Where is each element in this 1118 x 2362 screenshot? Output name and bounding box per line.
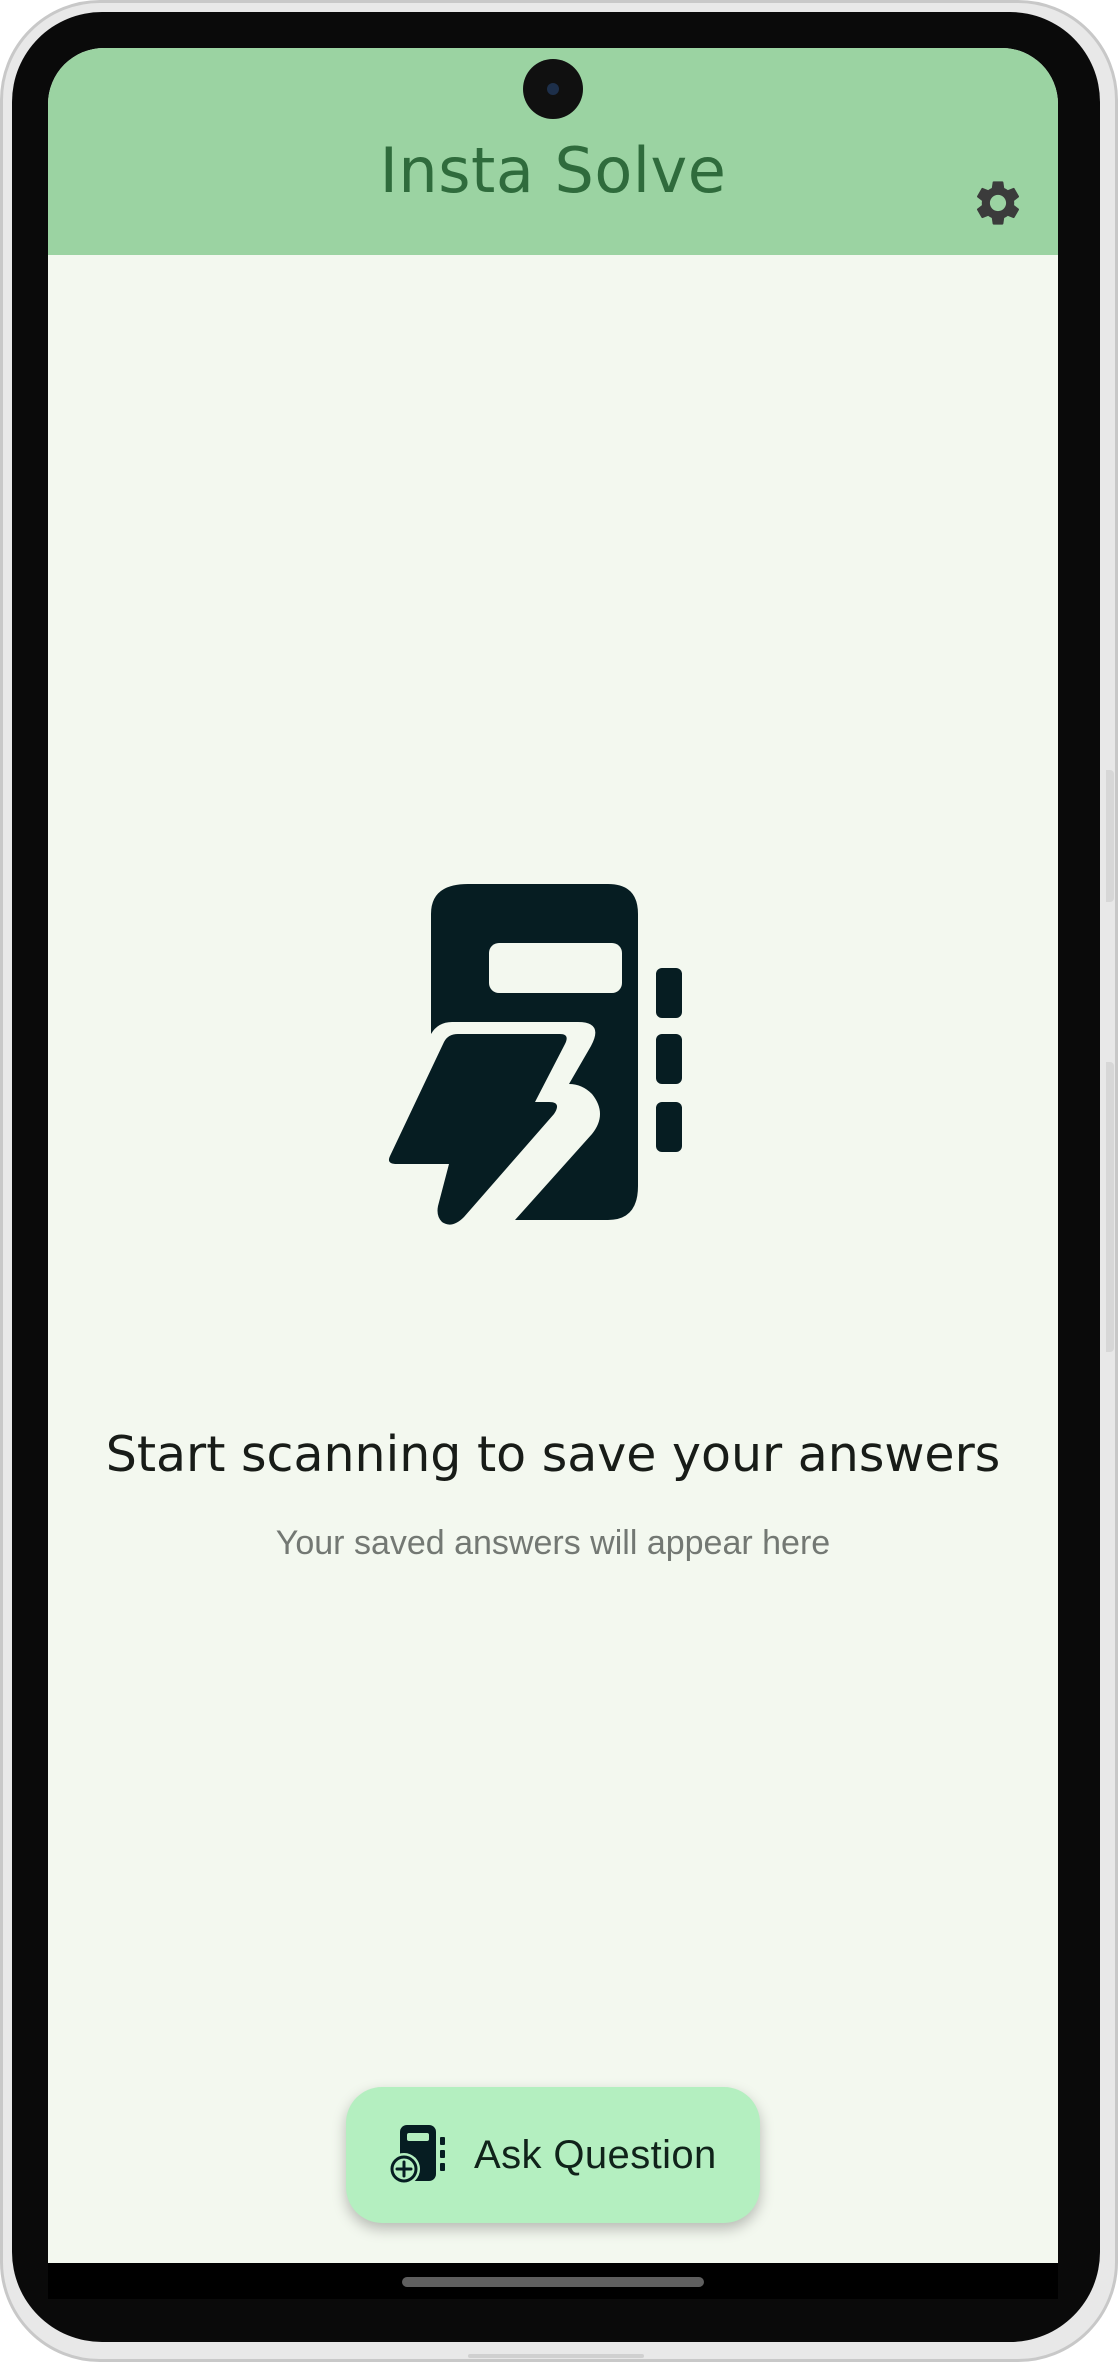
gear-icon[interactable] <box>970 175 1026 231</box>
ask-question-label: Ask Question <box>474 2132 717 2177</box>
empty-state-headline: Start scanning to save your answers <box>105 1426 1001 1483</box>
home-indicator[interactable] <box>402 2277 704 2287</box>
app-screen: Insta Solve Start scanning to save your … <box>48 48 1058 2263</box>
ask-question-button[interactable]: Ask Question <box>346 2087 760 2223</box>
front-camera <box>523 59 583 119</box>
add-notebook-icon <box>388 2125 445 2185</box>
app-title: Insta Solve <box>379 134 727 207</box>
empty-state-subtitle: Your saved answers will appear here <box>275 1524 831 1562</box>
app-bar: Insta Solve <box>48 48 1058 255</box>
volume-button <box>1106 770 1114 902</box>
power-button <box>1106 1062 1114 1352</box>
bottom-speaker <box>468 2354 644 2358</box>
notebook-lightning-icon <box>388 884 682 1225</box>
